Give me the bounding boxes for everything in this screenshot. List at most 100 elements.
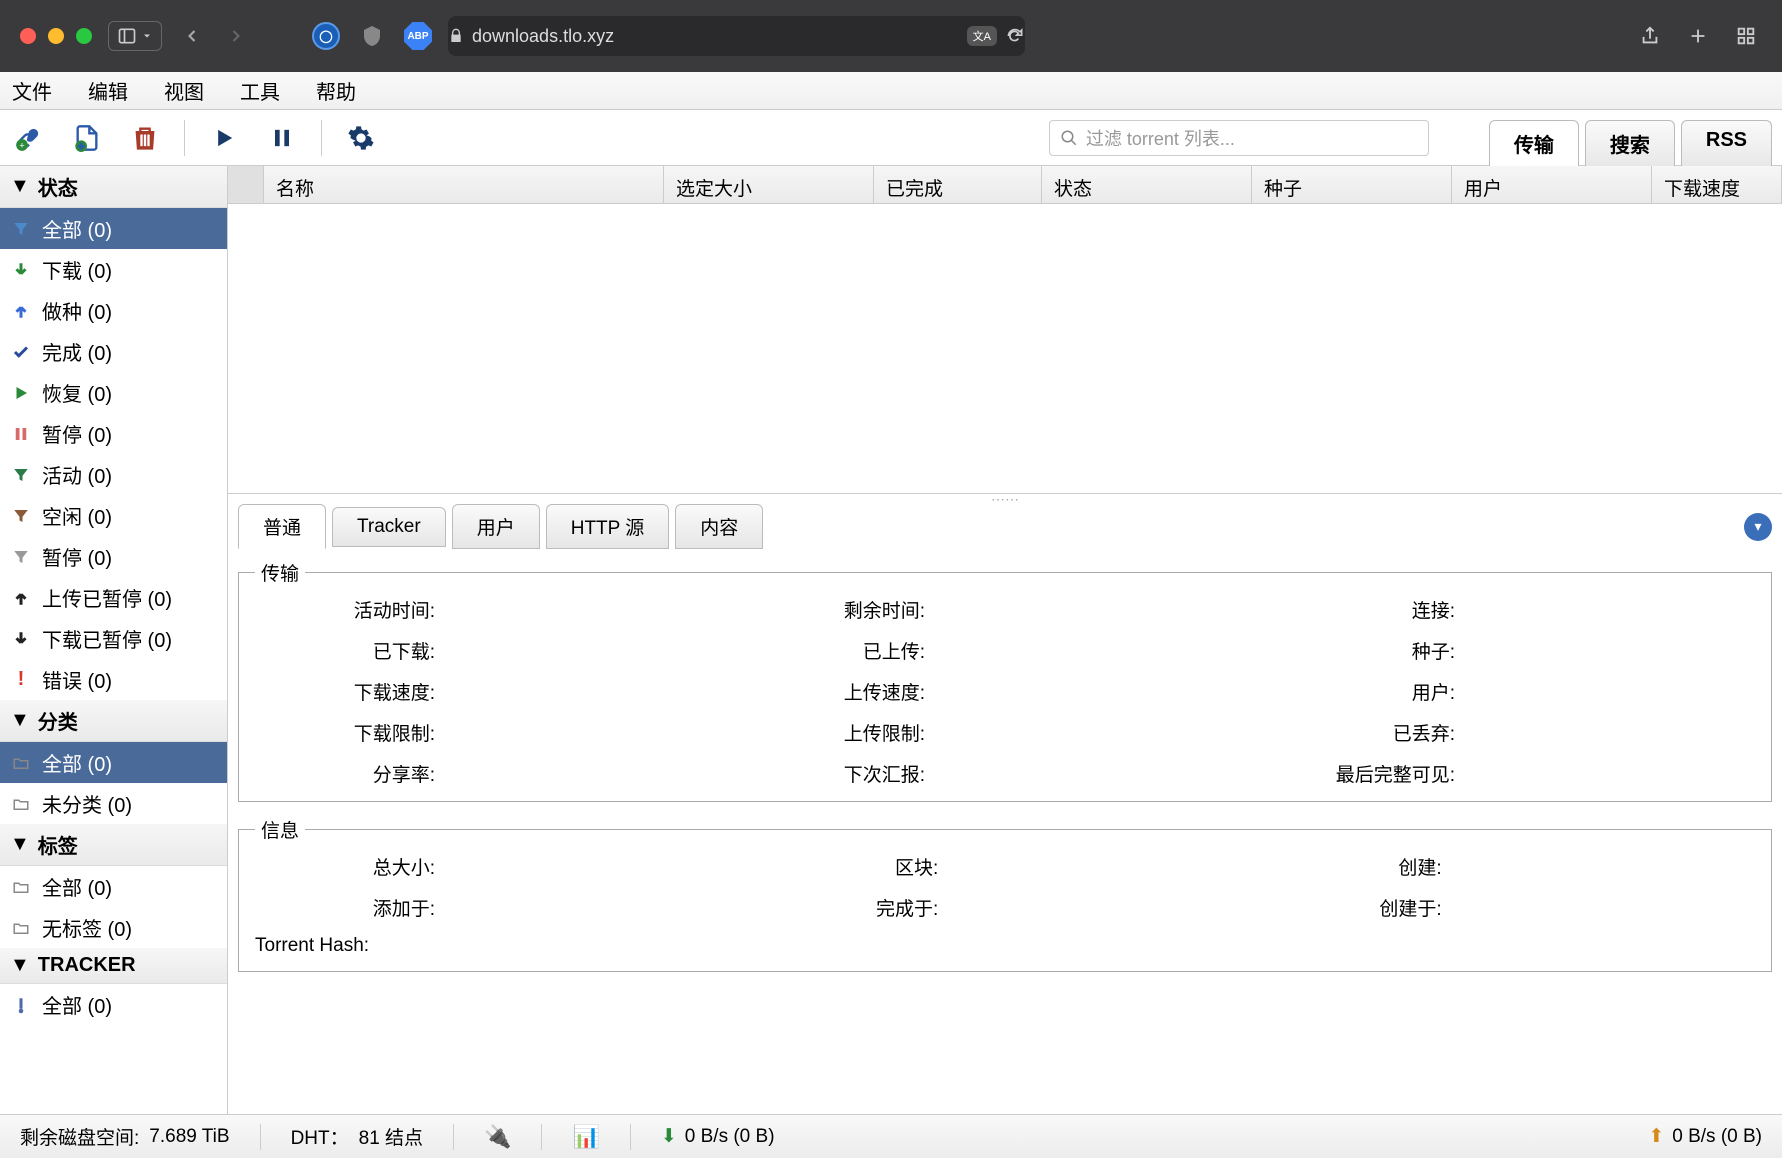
- detail-tab-content[interactable]: 内容: [675, 504, 763, 549]
- info-label: 连接:: [1235, 596, 1455, 623]
- new-tab-icon[interactable]: [1682, 20, 1714, 52]
- sidebar-header-status[interactable]: ▼状态: [0, 166, 227, 208]
- transfer-fieldset: 传输 活动时间:剩余时间:连接:已下载:已上传:种子:下载速度:上传速度:用户:…: [238, 559, 1772, 802]
- sidebar-item-status-3[interactable]: 完成 (0): [0, 331, 227, 372]
- tab-search[interactable]: 搜索: [1585, 120, 1675, 166]
- column-header-6[interactable]: 下载速度: [1652, 166, 1782, 203]
- download-speed[interactable]: ⬇ 0 B/s (0 B): [661, 1125, 775, 1148]
- shield-icon[interactable]: [356, 20, 388, 52]
- chevron-down-icon: ▼: [10, 175, 30, 198]
- lock-icon: [448, 28, 464, 44]
- info-label: 上传限制:: [745, 719, 925, 746]
- sidebar-item-status-7[interactable]: 空闲 (0): [0, 495, 227, 536]
- info-legend: 信息: [255, 816, 305, 843]
- filter-input[interactable]: 过滤 torrent 列表...: [1049, 120, 1429, 156]
- info-value: [445, 637, 735, 664]
- detail-tab-http[interactable]: HTTP 源: [546, 504, 670, 549]
- column-header-4[interactable]: 种子: [1252, 166, 1452, 203]
- sidebar-item-status-10[interactable]: 下载已暂停 (0): [0, 618, 227, 659]
- sidebar-item-tags-0[interactable]: 全部 (0): [0, 866, 227, 907]
- add-torrent-button[interactable]: +: [68, 119, 106, 157]
- url-bar[interactable]: downloads.tlo.xyz 文A: [448, 16, 1025, 56]
- info-value: [445, 853, 748, 880]
- sidebar-item-status-6[interactable]: 活动 (0): [0, 454, 227, 495]
- menu-help[interactable]: 帮助: [316, 76, 356, 105]
- exclaim-red-icon: !: [10, 668, 32, 691]
- sidebar-item-status-4[interactable]: 恢复 (0): [0, 372, 227, 413]
- detail-tab-peers[interactable]: 用户: [452, 504, 540, 549]
- sidebar-item-status-9[interactable]: 上传已暂停 (0): [0, 577, 227, 618]
- sidebar-item-tracker-0[interactable]: 全部 (0): [0, 984, 227, 1025]
- arrow-up-black-icon: [10, 589, 32, 607]
- tab-transfers[interactable]: 传输: [1489, 120, 1579, 166]
- info-value: [445, 719, 735, 746]
- torrent-hash-label: Torrent Hash:: [255, 935, 1755, 957]
- pause-button[interactable]: [263, 119, 301, 157]
- menu-tools[interactable]: 工具: [240, 76, 280, 105]
- settings-button[interactable]: [342, 119, 380, 157]
- sidebar-header-tracker[interactable]: ▼TRACKER: [0, 948, 227, 984]
- download-arrow-icon: ⬇: [661, 1125, 677, 1148]
- translate-icon[interactable]: 文A: [967, 26, 997, 46]
- info-label: 下次汇报:: [745, 760, 925, 787]
- close-window-button[interactable]: [20, 28, 36, 44]
- onepassword-icon[interactable]: ◯: [312, 22, 340, 50]
- app-toolbar: + + 过滤 torrent 列表... 传输 搜索 RSS: [0, 110, 1782, 166]
- sidebar-toggle-button[interactable]: [108, 21, 162, 51]
- sidebar-item-status-8[interactable]: 暂停 (0): [0, 536, 227, 577]
- detail-tab-tracker[interactable]: Tracker: [332, 507, 446, 547]
- info-value: [935, 678, 1225, 705]
- sidebar-item-status-1[interactable]: 下载 (0): [0, 249, 227, 290]
- add-link-button[interactable]: +: [10, 119, 48, 157]
- tab-rss[interactable]: RSS: [1681, 120, 1772, 166]
- abp-icon[interactable]: ABP: [404, 22, 432, 50]
- filter-blue-icon: [10, 220, 32, 238]
- info-value: [935, 596, 1225, 623]
- info-label: 剩余时间:: [745, 596, 925, 623]
- nav-back-button[interactable]: [178, 22, 206, 50]
- column-header-5[interactable]: 用户: [1452, 166, 1652, 203]
- column-header-2[interactable]: 已完成: [874, 166, 1042, 203]
- sidebar-header-category[interactable]: ▼分类: [0, 700, 227, 742]
- sidebar-item-status-11[interactable]: !错误 (0): [0, 659, 227, 700]
- sidebar-item-category-0[interactable]: 全部 (0): [0, 742, 227, 783]
- maximize-window-button[interactable]: [76, 28, 92, 44]
- info-label: 下载限制:: [255, 719, 435, 746]
- info-value: [948, 894, 1251, 921]
- speed-limit-icon[interactable]: 📊: [572, 1124, 599, 1150]
- detail-tabs: 普通 Tracker 用户 HTTP 源 内容 ▾: [228, 504, 1782, 549]
- sidebar-item-status-0[interactable]: 全部 (0): [0, 208, 227, 249]
- menu-edit[interactable]: 编辑: [88, 76, 128, 105]
- column-header-1[interactable]: 选定大小: [664, 166, 874, 203]
- detail-menu-button[interactable]: ▾: [1744, 513, 1772, 541]
- detail-tab-general[interactable]: 普通: [238, 504, 326, 549]
- resume-button[interactable]: [205, 119, 243, 157]
- sidebar-item-tags-1[interactable]: 无标签 (0): [0, 907, 227, 948]
- info-value: [445, 596, 735, 623]
- reload-icon[interactable]: [1005, 26, 1025, 46]
- disk-space-label: 剩余磁盘空间:: [20, 1123, 139, 1150]
- info-value: [948, 853, 1251, 880]
- delete-button[interactable]: [126, 119, 164, 157]
- column-resize-handle[interactable]: [228, 166, 264, 203]
- share-icon[interactable]: [1634, 20, 1666, 52]
- info-label: 上传速度:: [745, 678, 925, 705]
- upload-speed[interactable]: ⬆ 0 B/s (0 B): [1648, 1125, 1762, 1148]
- info-value: [1452, 853, 1755, 880]
- horizontal-splitter[interactable]: ⋯⋯: [228, 494, 1782, 504]
- column-header-3[interactable]: 状态: [1042, 166, 1252, 203]
- sidebar-item-category-1[interactable]: 未分类 (0): [0, 783, 227, 824]
- info-label: 已上传:: [745, 637, 925, 664]
- tracker-icon: [10, 996, 32, 1014]
- sidebar-item-status-2[interactable]: 做种 (0): [0, 290, 227, 331]
- sidebar-header-tags[interactable]: ▼标签: [0, 824, 227, 866]
- sidebar-item-status-5[interactable]: 暂停 (0): [0, 413, 227, 454]
- nav-forward-button[interactable]: [222, 22, 250, 50]
- menu-view[interactable]: 视图: [164, 76, 204, 105]
- tabs-overview-icon[interactable]: [1730, 20, 1762, 52]
- minimize-window-button[interactable]: [48, 28, 64, 44]
- menu-file[interactable]: 文件: [12, 76, 52, 105]
- column-header-0[interactable]: 名称: [264, 166, 664, 203]
- info-value: [1452, 894, 1755, 921]
- connection-icon[interactable]: 🔌: [484, 1124, 511, 1150]
